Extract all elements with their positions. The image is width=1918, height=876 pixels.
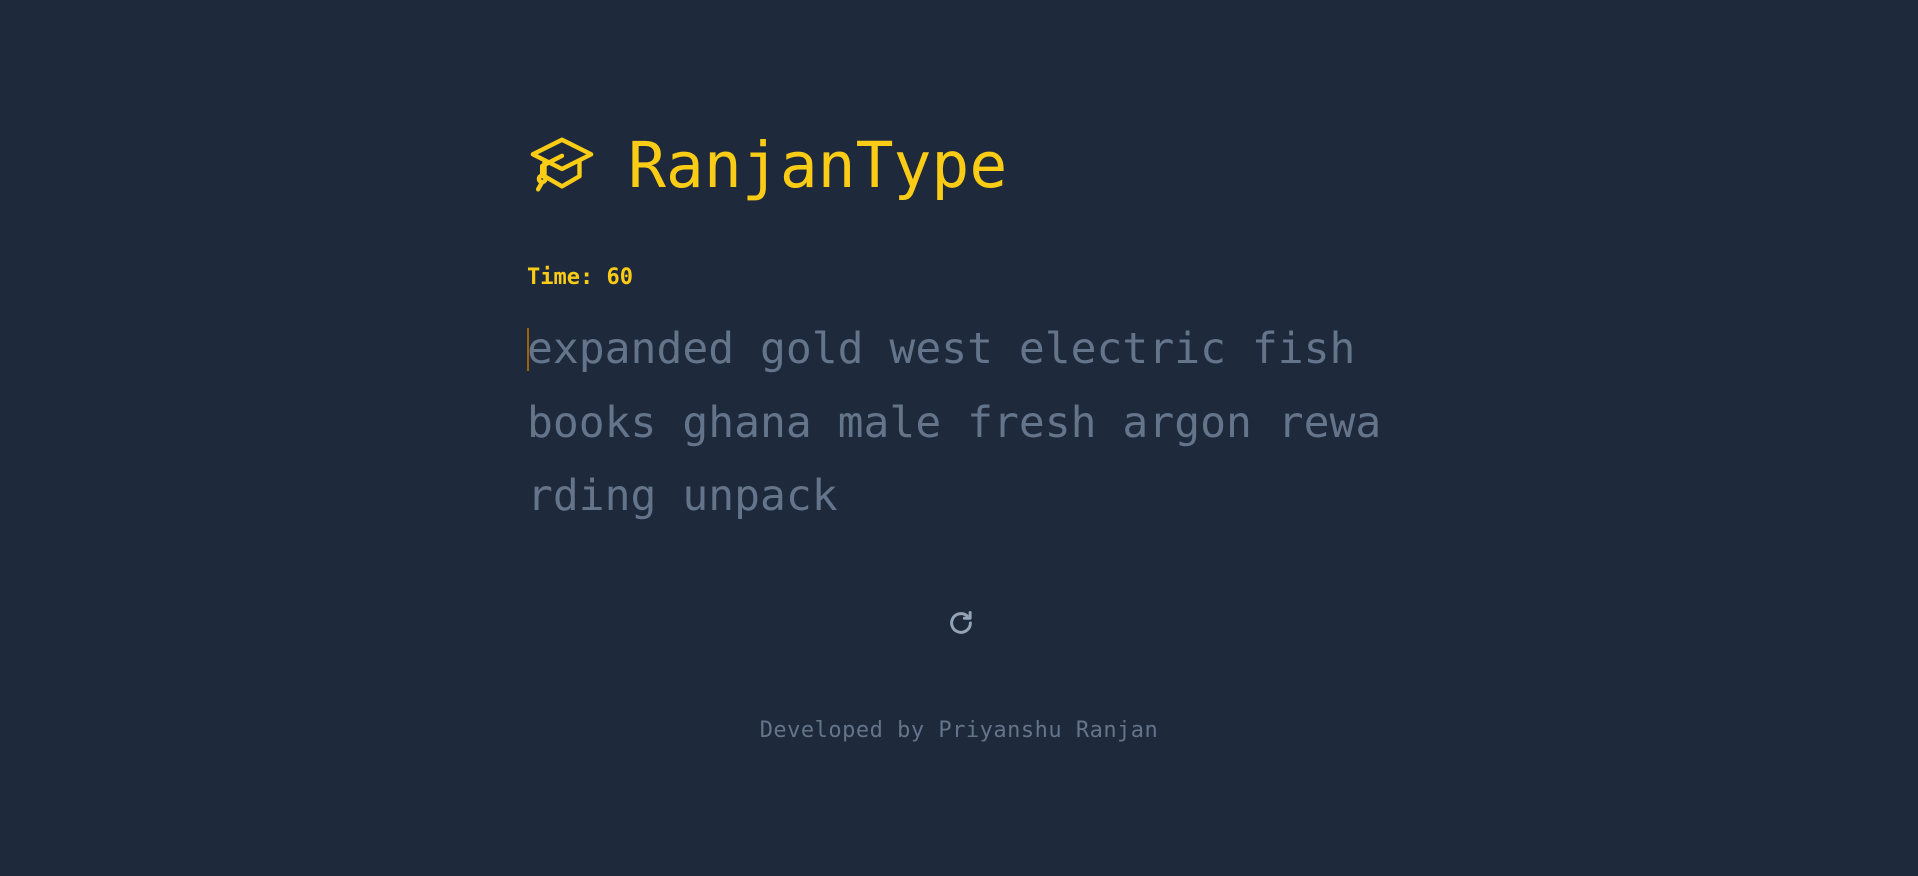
footer-credit: Developed by Priyanshu Ranjan	[759, 718, 1159, 743]
test-text: expanded gold west electric fish books g…	[527, 324, 1382, 521]
app-title: RanjanType	[628, 129, 1008, 202]
app-header: RanjanType	[527, 126, 1007, 206]
timer-display: Time: 60	[527, 263, 633, 293]
typing-test-words[interactable]: expanded gold west electric fish books g…	[527, 313, 1391, 534]
graduation-cap-icon	[527, 131, 597, 201]
timer-label: Time:	[527, 265, 594, 290]
restart-icon	[950, 611, 972, 634]
timer-value: 60	[606, 265, 633, 290]
restart-button[interactable]	[946, 608, 976, 638]
